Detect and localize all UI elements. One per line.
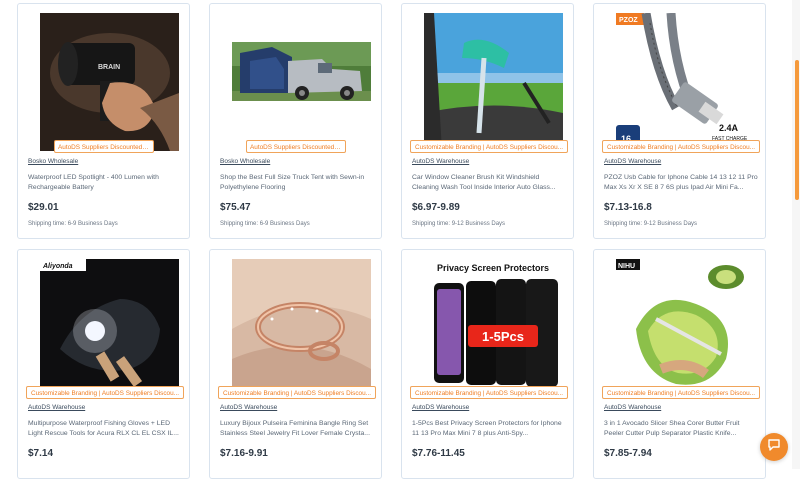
discount-badge: AutoDS Suppliers Discounted Prices — [246, 140, 346, 153]
discount-badge: Customizable Branding | AutoDS Suppliers… — [602, 140, 760, 153]
product-image-usb-cable[interactable]: PZOZ 2.4A FAST CHARGE 16 — [616, 13, 755, 151]
product-card[interactable]: Customizable Branding | AutoDS Suppliers… — [401, 3, 574, 239]
product-card[interactable]: Customizable Branding | AutoDS Suppliers… — [209, 249, 382, 479]
supplier-link[interactable]: AutoDS Warehouse — [412, 158, 469, 165]
product-image-privacy-screen[interactable]: Privacy Screen Protectors 1-5Pcs — [424, 259, 563, 397]
product-image-truck-tent[interactable] — [232, 13, 371, 151]
product-image-fishing-gloves[interactable]: Aliyonda — [40, 259, 179, 397]
product-price: $6.97-9.89 — [412, 202, 460, 213]
product-image-avocado-slicer[interactable]: NIHU — [616, 259, 755, 397]
product-title[interactable]: 1-5Pcs Best Privacy Screen Protectors fo… — [412, 419, 567, 439]
product-price: $7.76-11.45 — [412, 448, 465, 459]
discount-badge: Customizable Branding | AutoDS Suppliers… — [26, 386, 184, 399]
shipping-time: Shipping time: 9-12 Business Days — [412, 221, 506, 227]
product-price: $7.13-16.8 — [604, 202, 652, 213]
product-title[interactable]: Multipurpose Waterproof Fishing Gloves +… — [28, 419, 183, 439]
product-title[interactable]: Waterproof LED Spotlight - 400 Lumen wit… — [28, 173, 183, 193]
product-image-window-cleaner[interactable] — [424, 13, 563, 151]
scrollbar-thumb[interactable] — [795, 60, 799, 200]
product-price: $29.01 — [28, 202, 59, 213]
chat-button[interactable] — [760, 433, 788, 461]
discount-badge: Customizable Branding | AutoDS Suppliers… — [602, 386, 760, 399]
discount-badge: Customizable Branding | AutoDS Suppliers… — [410, 386, 568, 399]
product-image-spotlight[interactable]: BRAIN — [40, 13, 179, 151]
supplier-link[interactable]: AutoDS Warehouse — [604, 404, 661, 411]
supplier-link[interactable]: Bosko Wholesale — [28, 158, 78, 165]
product-title[interactable]: 3 in 1 Avocado Slicer Shea Corer Butter … — [604, 419, 759, 439]
product-title[interactable]: Car Window Cleaner Brush Kit Windshield … — [412, 173, 567, 193]
product-title[interactable]: PZOZ Usb Cable for Iphone Cable 14 13 12… — [604, 173, 759, 193]
supplier-link[interactable]: Bosko Wholesale — [220, 158, 270, 165]
image-headline-text: Privacy Screen Protectors — [437, 263, 549, 273]
supplier-link[interactable]: AutoDS Warehouse — [412, 404, 469, 411]
product-card[interactable]: Privacy Screen Protectors 1-5Pcs Customi… — [401, 249, 574, 479]
shipping-time: Shipping time: 6-9 Business Days — [220, 221, 310, 227]
product-card[interactable]: PZOZ 2.4A FAST CHARGE 16 Customizable Br… — [593, 3, 766, 239]
product-price: $7.16-9.91 — [220, 448, 268, 459]
product-card[interactable]: NIHU Customizable Branding | AutoDS Supp… — [593, 249, 766, 479]
shipping-time: Shipping time: 6-9 Business Days — [28, 221, 118, 227]
product-price: $7.14 — [28, 448, 54, 459]
image-pcs-text: 1-5Pcs — [482, 329, 524, 344]
product-card[interactable]: BRAIN AutoDS Suppliers Discounted Prices… — [17, 3, 190, 239]
svg-text:BRAIN: BRAIN — [98, 64, 120, 71]
product-price: $7.85-7.94 — [604, 448, 652, 459]
discount-badge: AutoDS Suppliers Discounted Prices — [54, 140, 154, 153]
product-card[interactable]: Aliyonda Customizable Branding | AutoDS … — [17, 249, 190, 479]
page-scrollbar[interactable] — [792, 0, 800, 469]
discount-badge: Customizable Branding | AutoDS Suppliers… — [218, 386, 376, 399]
supplier-link[interactable]: AutoDS Warehouse — [220, 404, 277, 411]
image-amp-text: 2.4A — [719, 123, 739, 133]
chat-icon — [767, 438, 781, 457]
product-title[interactable]: Luxury Bijoux Pulseira Feminina Bangle R… — [220, 419, 375, 439]
image-brand-text: Aliyonda — [42, 263, 73, 270]
product-grid: BRAIN AutoDS Suppliers Discounted Prices… — [0, 0, 800, 479]
image-brand-text: NIHU — [618, 263, 635, 270]
discount-badge: Customizable Branding | AutoDS Suppliers… — [410, 140, 568, 153]
supplier-link[interactable]: AutoDS Warehouse — [604, 158, 661, 165]
supplier-link[interactable]: AutoDS Warehouse — [28, 404, 85, 411]
image-brand-text: PZOZ — [619, 17, 638, 24]
product-title[interactable]: Shop the Best Full Size Truck Tent with … — [220, 173, 375, 193]
product-card[interactable]: AutoDS Suppliers Discounted Prices Bosko… — [209, 3, 382, 239]
shipping-time: Shipping time: 9-12 Business Days — [604, 221, 698, 227]
product-image-bangle-ring-set[interactable] — [232, 259, 371, 397]
product-price: $75.47 — [220, 202, 251, 213]
